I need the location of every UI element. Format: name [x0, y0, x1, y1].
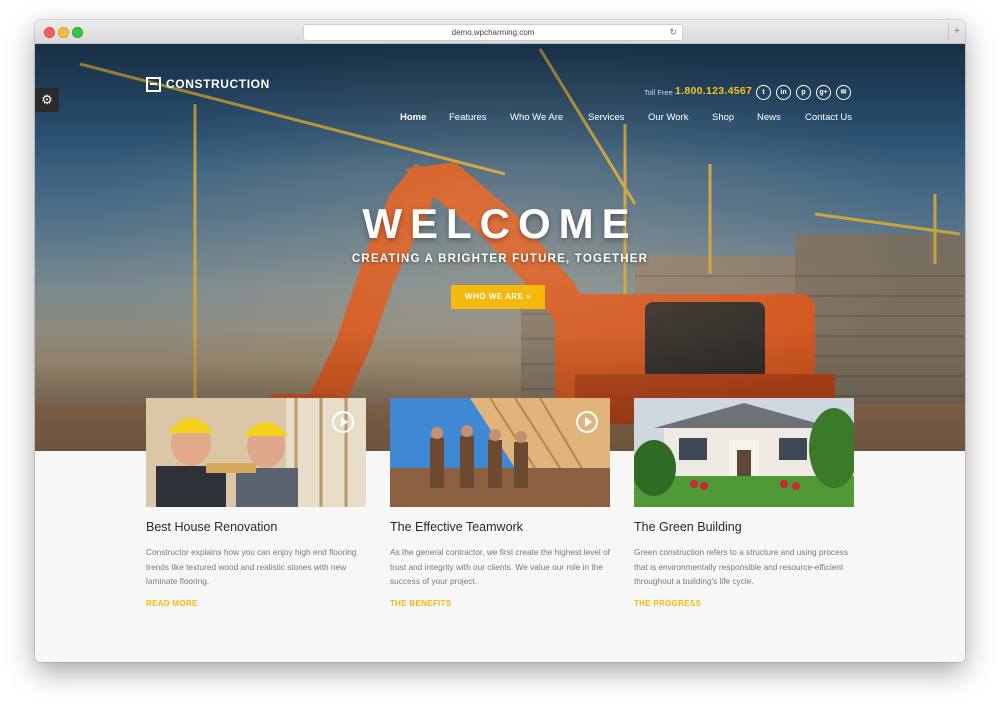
- email-icon[interactable]: ✉: [836, 85, 851, 100]
- play-video-icon[interactable]: [332, 411, 354, 433]
- site-logo[interactable]: CONSTRUCTION: [146, 75, 270, 93]
- minimize-window-button[interactable]: [58, 27, 69, 38]
- address-bar-url: demo.wpcharming.com: [451, 28, 535, 37]
- nav-shop[interactable]: Shop: [712, 112, 734, 123]
- linkedin-icon[interactable]: in: [776, 85, 791, 100]
- nav-features[interactable]: Features: [449, 112, 487, 123]
- card-title[interactable]: Best House Renovation: [146, 520, 376, 534]
- browser-window: demo.wpcharming.com ↻ + ⚙ CONSTRUCTION T…: [35, 20, 965, 662]
- nav-news[interactable]: News: [757, 112, 781, 123]
- hero-tagline: CREATING A BRIGHTER FUTURE, TOGETHER: [351, 253, 649, 265]
- browser-titlebar: demo.wpcharming.com ↻ +: [35, 20, 965, 44]
- green-building-photo: [634, 398, 854, 507]
- the-progress-link[interactable]: THE PROGRESS: [634, 599, 701, 608]
- nav-who-we-are[interactable]: Who We Are: [510, 112, 563, 123]
- reload-icon[interactable]: ↻: [669, 25, 677, 40]
- play-video-icon[interactable]: [576, 411, 598, 433]
- the-benefits-link[interactable]: THE BENEFITS: [390, 599, 451, 608]
- pinterest-icon[interactable]: p: [796, 85, 811, 100]
- card-title[interactable]: The Effective Teamwork: [390, 520, 620, 534]
- new-tab-button[interactable]: +: [948, 23, 965, 40]
- renovation-photo: [146, 398, 366, 507]
- renovation-image[interactable]: [146, 398, 366, 507]
- close-window-button[interactable]: [44, 27, 55, 38]
- card-description: Green construction refers to a structure…: [634, 547, 848, 586]
- hero-title: WELCOME: [362, 200, 638, 247]
- read-more-link[interactable]: READ MORE: [146, 599, 198, 608]
- nav-services[interactable]: Services: [588, 112, 624, 123]
- green-building-image[interactable]: [634, 398, 854, 507]
- address-bar[interactable]: demo.wpcharming.com ↻: [303, 24, 683, 41]
- card-description: As the general contractor, we first crea…: [390, 547, 610, 586]
- hero-section: ⚙ CONSTRUCTION Toll Free 1.800.123.4567 …: [35, 44, 965, 451]
- settings-gear-icon[interactable]: ⚙: [35, 88, 59, 112]
- card-title[interactable]: The Green Building: [634, 520, 864, 534]
- main-navigation: Home Features Who We Are Services Our Wo…: [35, 112, 965, 126]
- nav-home[interactable]: Home: [400, 112, 426, 123]
- phone-number[interactable]: 1.800.123.4567: [675, 85, 752, 97]
- nav-our-work[interactable]: Our Work: [648, 112, 688, 123]
- social-links: t in p g+ ✉: [756, 85, 856, 100]
- teamwork-image[interactable]: [390, 398, 610, 507]
- twitter-icon[interactable]: t: [756, 85, 771, 100]
- logo-text: CONSTRUCTION: [166, 77, 270, 91]
- zoom-window-button[interactable]: [72, 27, 83, 38]
- teamwork-photo: [390, 398, 610, 507]
- card-description: Constructor explains how you can enjoy h…: [146, 547, 357, 586]
- toll-free-label: Toll Free: [644, 88, 673, 97]
- logo-mark-icon: [146, 76, 161, 92]
- nav-contact-us[interactable]: Contact Us: [805, 112, 852, 123]
- who-we-are-button[interactable]: WHO WE ARE »: [451, 285, 545, 309]
- google-plus-icon[interactable]: g+: [816, 85, 831, 100]
